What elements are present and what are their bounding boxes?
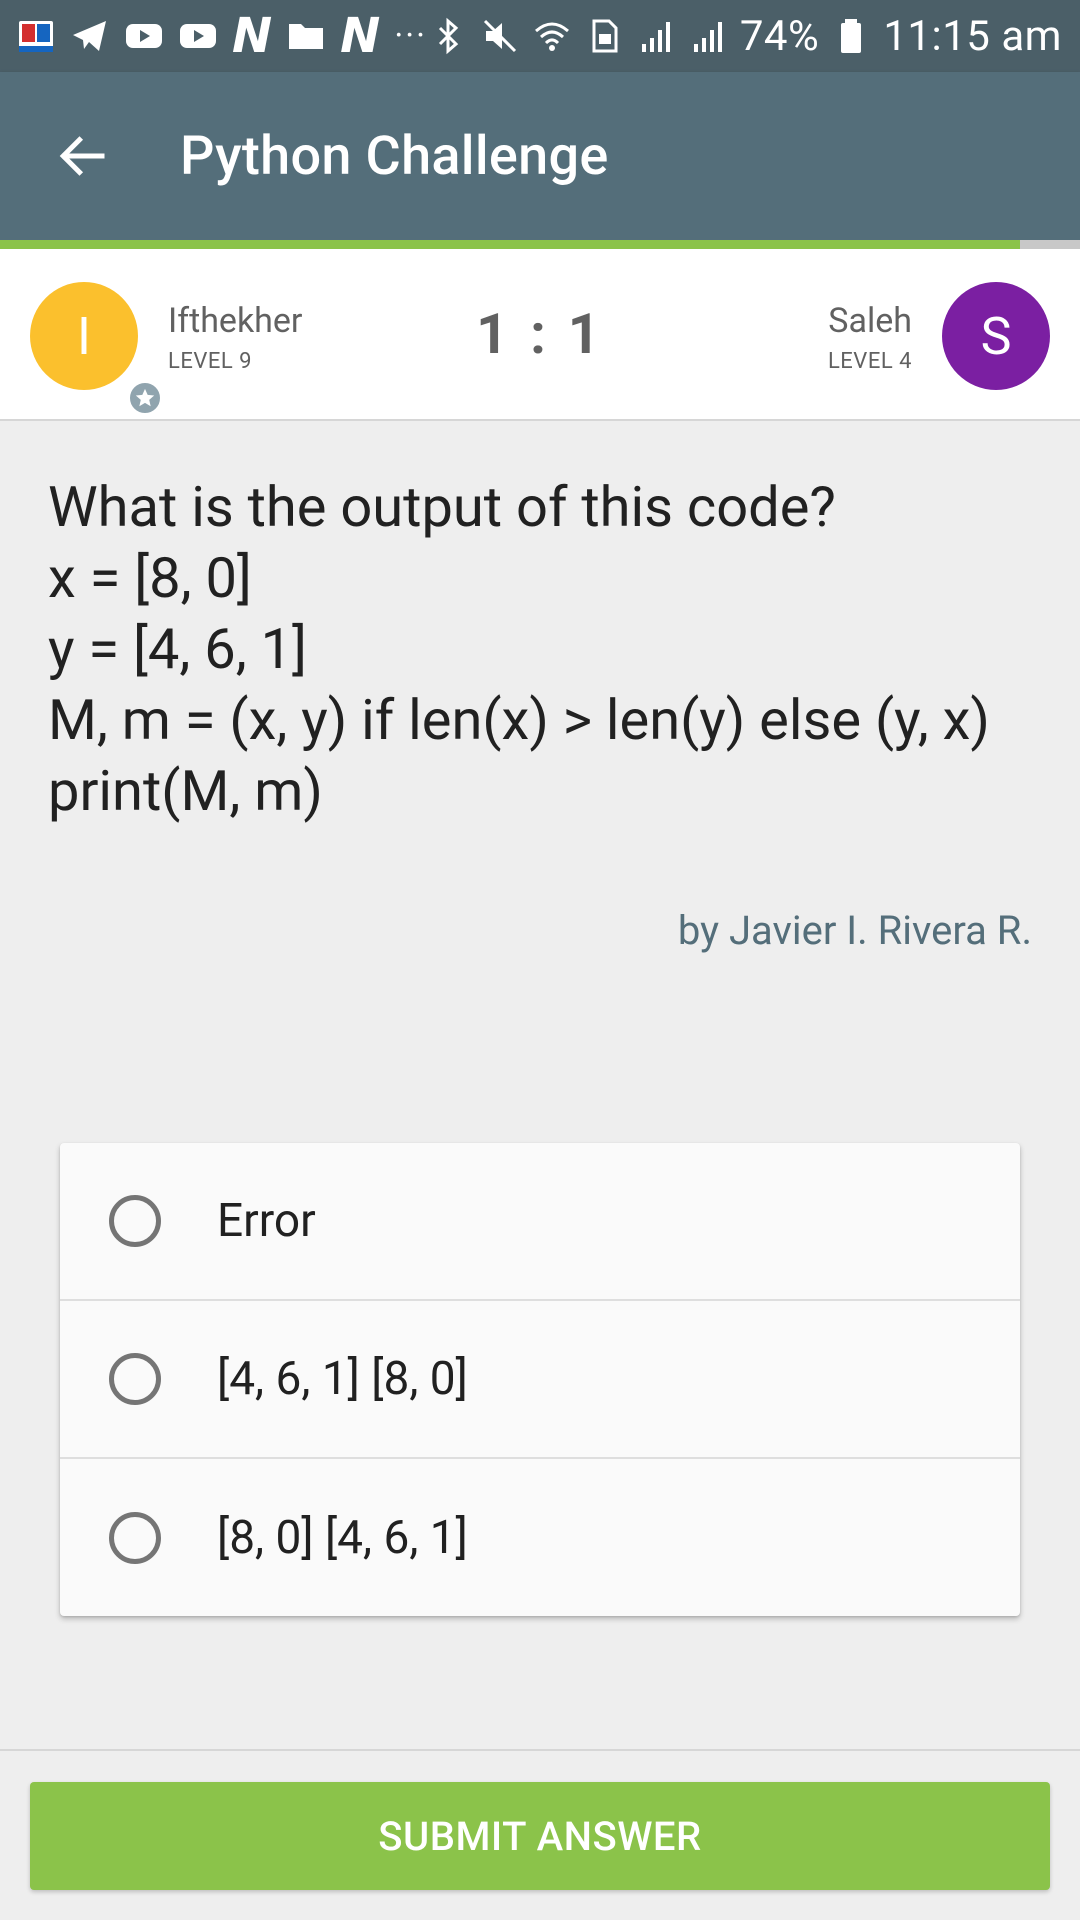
score: 1 : 1 xyxy=(476,301,604,367)
player-initial-right: S xyxy=(980,305,1012,367)
telegram-icon xyxy=(70,16,110,56)
wifi-icon xyxy=(532,16,572,56)
battery-icon xyxy=(831,16,871,56)
answer-option[interactable]: [4, 6, 1] [8, 0] xyxy=(60,1301,1020,1459)
star-icon xyxy=(135,388,155,407)
youtube-icon xyxy=(178,16,218,56)
back-button[interactable] xyxy=(50,124,114,188)
answer-option[interactable]: [8, 0] [4, 6, 1] xyxy=(60,1459,1020,1616)
answer-option-label: [8, 0] [4, 6, 1] xyxy=(217,1510,468,1565)
quiz-progress-bar xyxy=(0,240,1080,249)
folder-icon xyxy=(286,16,326,56)
signal-icon xyxy=(636,16,676,56)
mute-icon xyxy=(480,16,520,56)
submit-answer-button[interactable]: SUBMIT ANSWER xyxy=(30,1782,1050,1890)
status-bar: N N ··· 74% 11:15 am xyxy=(0,0,1080,72)
youtube-icon xyxy=(124,16,164,56)
answer-options: Error [4, 6, 1] [8, 0] [8, 0] [4, 6, 1] xyxy=(60,1143,1020,1616)
answer-option-label: Error xyxy=(217,1194,316,1248)
system-icons: 74% 11:15 am xyxy=(428,12,1062,61)
netflix-n-icon: N xyxy=(340,8,381,64)
clock: 11:15 am xyxy=(883,11,1062,61)
bluetooth-icon xyxy=(428,16,468,56)
more-dots-icon: ··· xyxy=(394,16,427,56)
quiz-progress-fill xyxy=(0,240,1020,249)
answer-option-label: [4, 6, 1] [8, 0] xyxy=(217,1352,468,1406)
signal-icon xyxy=(688,16,728,56)
player-name-right: Saleh xyxy=(828,301,912,341)
app-bar: Python Challenge xyxy=(0,72,1080,240)
players-bar: I Ifthekher LEVEL 9 1 : 1 Saleh LEVEL 4 … xyxy=(0,249,1080,421)
radio-button[interactable] xyxy=(109,1195,161,1247)
question-author: by Javier I. Rivera R. xyxy=(677,907,1032,954)
divider xyxy=(0,1749,1080,1751)
bangla-dictionary-icon xyxy=(16,16,56,56)
arrow-back-icon xyxy=(59,136,105,176)
player-level-right: LEVEL 4 xyxy=(827,349,912,374)
notification-icons: N N ··· xyxy=(16,12,427,60)
netflix-n-icon: N xyxy=(232,8,273,64)
player-avatar-right: S xyxy=(942,282,1050,390)
level-badge xyxy=(126,379,164,417)
radio-button[interactable] xyxy=(109,1353,161,1405)
radio-button[interactable] xyxy=(109,1511,161,1564)
battery-percent: 74% xyxy=(739,11,820,61)
answer-option[interactable]: Error xyxy=(60,1143,1020,1301)
page-title: Python Challenge xyxy=(180,124,609,188)
question-text: What is the output of this code? x = [8,… xyxy=(48,474,990,824)
sim-icon xyxy=(584,16,624,56)
